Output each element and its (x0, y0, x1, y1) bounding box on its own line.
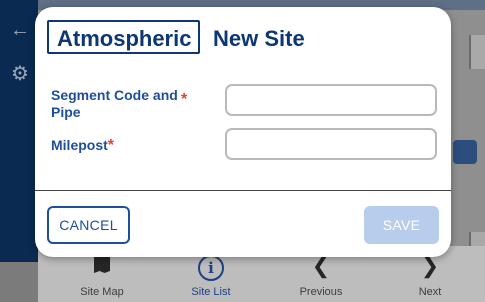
new-site-dialog: Atmospheric New Site Segment Code and Pi… (35, 7, 451, 257)
cancel-button[interactable]: CANCEL (47, 206, 130, 244)
nav-label: Previous (299, 286, 343, 298)
user-card-icon[interactable] (453, 140, 477, 164)
nav-label: Site Map (80, 286, 124, 298)
milepost-label: Milepost* (51, 137, 114, 154)
gear-icon[interactable]: ⚙ (10, 64, 30, 84)
info-icon: i (198, 255, 224, 281)
segment-code-label-text: Segment Code and Pipe (51, 87, 178, 120)
save-button[interactable]: SAVE (364, 206, 439, 244)
brand-logo: Atmospheric (47, 20, 200, 54)
dialog-divider (35, 190, 451, 191)
nav-item-previous[interactable]: ❮ Previous (281, 252, 361, 298)
nav-item-site-list[interactable]: i Site List (171, 252, 251, 298)
nav-label: Site List (191, 286, 231, 298)
milepost-input[interactable] (225, 128, 437, 160)
required-marker: * (181, 91, 188, 108)
background-tab (469, 232, 485, 246)
nav-label: Next (418, 286, 442, 298)
milepost-label-text: Milepost (51, 137, 108, 153)
nav-item-next[interactable]: ❯ Next (390, 252, 470, 298)
nav-item-site-map[interactable]: Site Map (62, 252, 142, 298)
app-sidebar: ← ⚙ (0, 0, 38, 262)
back-arrow-icon[interactable]: ← (10, 20, 30, 40)
segment-code-input[interactable] (225, 84, 437, 116)
segment-code-label: Segment Code and Pipe (51, 87, 196, 121)
required-marker: * (107, 137, 115, 154)
trash-icon[interactable] (469, 35, 485, 69)
dialog-title: New Site (213, 26, 305, 51)
